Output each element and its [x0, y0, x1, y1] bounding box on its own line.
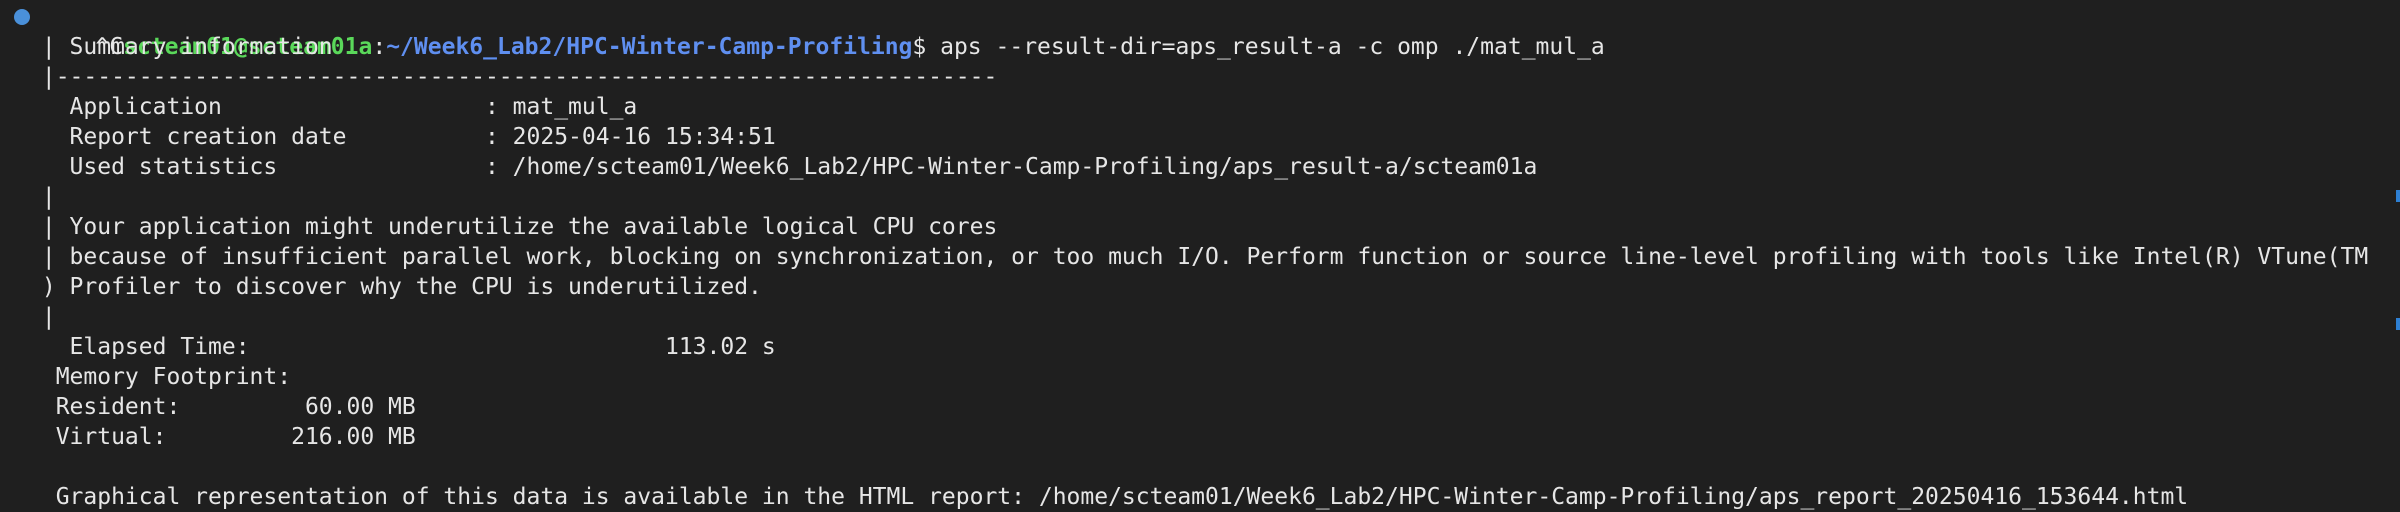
- command-status-dot-icon: [14, 9, 30, 25]
- output-line-elapsed-time: Elapsed Time: 113.02 s: [28, 334, 776, 360]
- output-line-html-report: Graphical representation of this data is…: [28, 484, 2189, 510]
- command-text: aps --result-dir=aps_result-a -c omp ./m…: [926, 34, 1605, 60]
- output-line-application: Application : mat_mul_a: [28, 94, 638, 120]
- output-line-used-statistics: Used statistics : /home/scteam01/Week6_L…: [28, 154, 1538, 180]
- prompt-line: ^Cscteam01@scteam01a:~/Week6_Lab2/HPC-Wi…: [0, 2, 1605, 60]
- prompt-colon: :: [372, 34, 387, 60]
- output-line-underutilize: | Your application might underutilize th…: [28, 214, 998, 240]
- output-line-divider: |---------------------------------------…: [28, 64, 998, 90]
- prompt-dollar: $: [912, 34, 927, 60]
- output-line-profiler: ) Profiler to discover why the CPU is un…: [28, 274, 762, 300]
- output-line-separator-1: |: [28, 184, 56, 210]
- output-line-report-date: Report creation date : 2025-04-16 15:34:…: [28, 124, 776, 150]
- prompt-path: ~/Week6_Lab2/HPC-Winter-Camp-Profiling: [386, 34, 913, 60]
- output-line-summary-header: | Summary information: [28, 34, 333, 60]
- output-line-resident: Resident: 60.00 MB: [28, 394, 416, 420]
- output-line-because: | because of insufficient parallel work,…: [28, 244, 2369, 270]
- output-line-memory-footprint: Memory Footprint:: [28, 364, 292, 390]
- output-line-virtual: Virtual: 216.00 MB: [28, 424, 416, 450]
- output-line-separator-2: |: [28, 304, 56, 330]
- terminal-window[interactable]: ^Cscteam01@scteam01a:~/Week6_Lab2/HPC-Wi…: [0, 0, 2400, 512]
- scrollbar-marker[interactable]: [2396, 190, 2400, 202]
- scrollbar-marker[interactable]: [2396, 318, 2400, 330]
